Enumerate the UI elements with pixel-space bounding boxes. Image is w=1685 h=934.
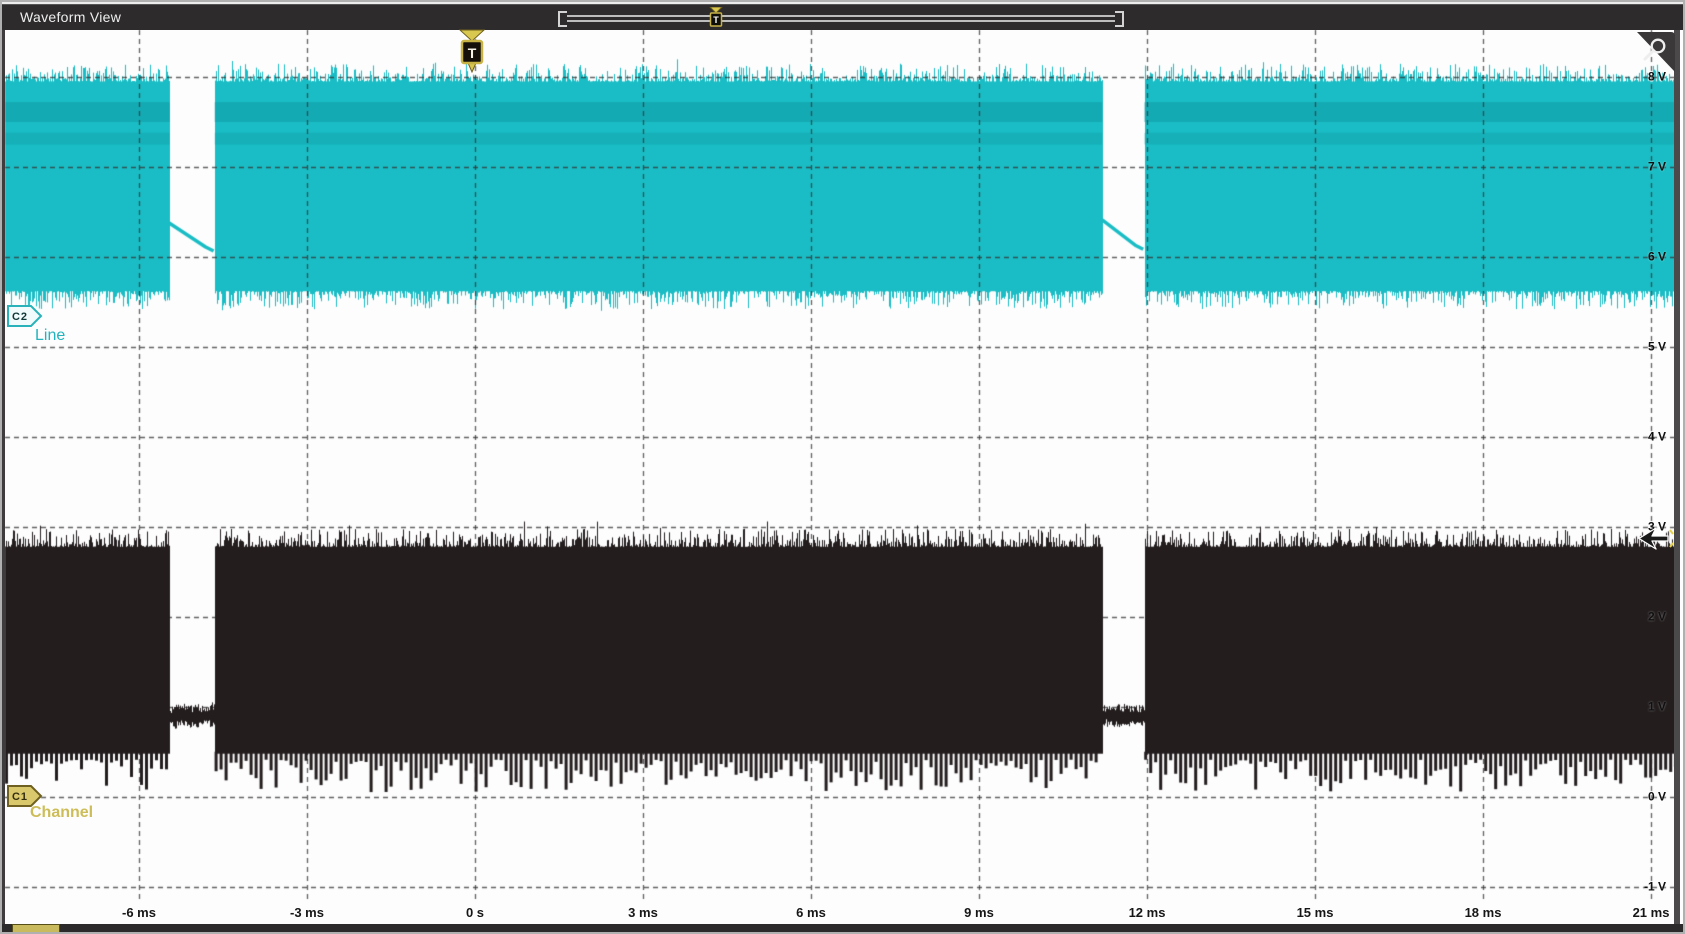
pan-track-line-top xyxy=(567,15,1115,17)
x-axis-tick-label: -3 ms xyxy=(290,905,324,920)
c1-badge-label: C1 xyxy=(12,791,28,803)
channel-badge-c2[interactable]: C2 xyxy=(7,304,43,328)
y-axis-tick-label: 6 V xyxy=(1648,249,1666,263)
window-titlebar[interactable]: Waveform View T xyxy=(2,4,1683,30)
trigger-label: T xyxy=(468,45,477,61)
waveform-display[interactable] xyxy=(2,2,1685,934)
x-axis-tick-label: -6 ms xyxy=(122,905,156,920)
y-axis-tick-label: -1 V xyxy=(1644,879,1666,893)
y-axis-tick-label: 4 V xyxy=(1648,429,1666,443)
y-axis-tick-label: 5 V xyxy=(1648,339,1666,353)
trigger-marker[interactable]: T xyxy=(457,29,487,75)
pan-trigger-icon[interactable]: T xyxy=(708,7,724,31)
mouse-cursor xyxy=(1638,526,1678,556)
window-edge-left xyxy=(2,29,5,925)
x-axis-tick-label: 12 ms xyxy=(1129,905,1166,920)
window-edge-right xyxy=(1674,29,1680,927)
channel-name-c2: Line xyxy=(35,327,65,345)
pan-bracket-left[interactable] xyxy=(558,11,567,27)
y-axis-tick-label: 1 V xyxy=(1648,699,1666,713)
y-axis-tick-label: 7 V xyxy=(1648,159,1666,173)
x-axis-tick-label: 15 ms xyxy=(1297,905,1334,920)
x-axis-tick-label: 21 ms xyxy=(1633,905,1670,920)
x-axis-tick-label: 6 ms xyxy=(796,905,826,920)
waveform-view-window: Waveform View T T 8 V7 V6 V5 V4 V3 V2 V1… xyxy=(0,0,1685,934)
cursor-arrow-icon xyxy=(1639,528,1673,549)
x-axis-tick-label: 3 ms xyxy=(628,905,658,920)
bottom-bar xyxy=(2,924,1683,932)
zoom-corner-button[interactable] xyxy=(1630,31,1676,75)
y-axis-tick-label: 2 V xyxy=(1648,609,1666,623)
x-axis-tick-label: 0 s xyxy=(466,905,484,920)
x-axis-tick-label: 9 ms xyxy=(964,905,994,920)
trigger-tail-icon xyxy=(468,63,476,72)
clipped-badge xyxy=(12,924,60,932)
trigger-triangle-icon xyxy=(460,30,484,41)
c2-badge-label: C2 xyxy=(12,311,28,323)
window-title: Waveform View xyxy=(20,9,121,25)
y-axis-tick-label: 0 V xyxy=(1648,789,1666,803)
x-axis-tick-label: 18 ms xyxy=(1465,905,1502,920)
pan-trigger-label: T xyxy=(713,15,719,25)
horizontal-pan-indicator[interactable]: T xyxy=(558,11,1124,27)
channel-name-c1: Channel xyxy=(30,804,93,822)
pan-track-line-bottom xyxy=(567,20,1115,22)
pan-bracket-right[interactable] xyxy=(1115,11,1124,27)
pan-trigger-triangle-icon xyxy=(710,7,722,13)
